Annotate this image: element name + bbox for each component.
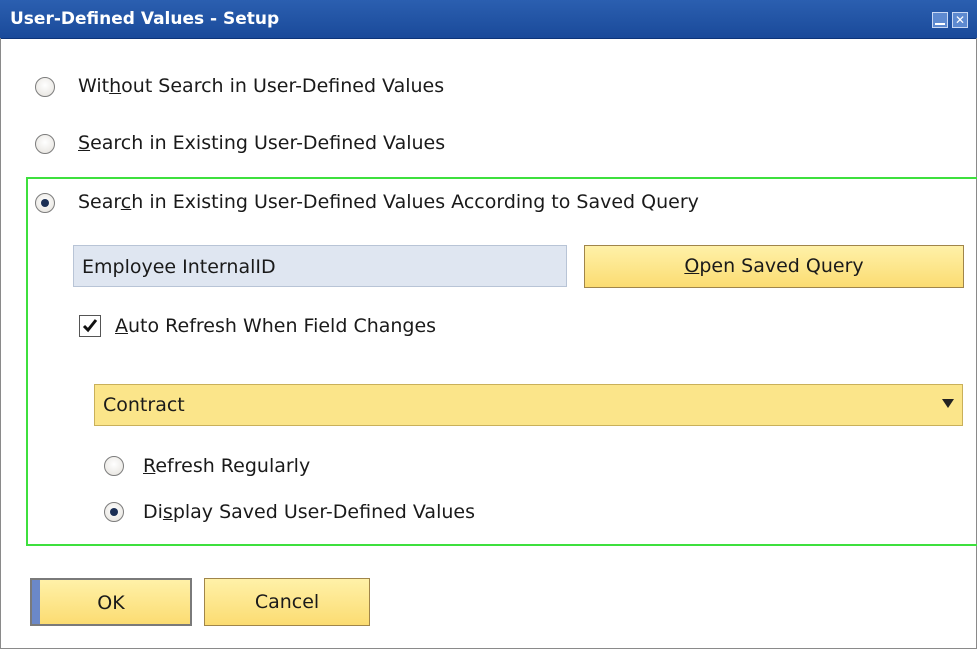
ok-button-label: OK: [97, 592, 125, 614]
checkmark-icon: [82, 319, 98, 333]
saved-query-group: [26, 177, 977, 546]
auto-refresh-checkbox[interactable]: [79, 315, 101, 337]
radio-search-existing-label: Search in Existing User-Defined Values: [78, 132, 446, 154]
radio-display-saved-label: Display Saved User-Defined Values: [143, 501, 475, 523]
cancel-button[interactable]: Cancel: [204, 578, 370, 626]
radio-refresh-regularly-label: Refresh Regularly: [143, 455, 311, 477]
open-saved-query-button[interactable]: Open Saved Query: [584, 245, 964, 288]
radio-refresh-regularly[interactable]: [104, 456, 124, 476]
radio-without-search[interactable]: [35, 77, 55, 97]
dropdown-arrow-icon[interactable]: [942, 399, 954, 408]
radio-display-saved[interactable]: [104, 502, 124, 522]
radio-search-saved-query-label: Search in Existing User-Defined Values A…: [78, 191, 699, 213]
radio-search-saved-query[interactable]: [35, 193, 55, 213]
saved-query-field[interactable]: Employee InternalID: [73, 245, 567, 287]
close-icon[interactable]: ✕: [952, 12, 968, 28]
ok-button[interactable]: OK: [30, 578, 192, 626]
radio-search-existing[interactable]: [35, 134, 55, 154]
minimize-icon[interactable]: [932, 12, 948, 28]
dropdown-selected-value: Contract: [103, 394, 185, 416]
window-title: User-Defined Values - Setup: [10, 9, 280, 29]
radio-without-search-label: Without Search in User-Defined Values: [78, 75, 445, 97]
auto-refresh-label: Auto Refresh When Field Changes: [115, 315, 437, 337]
title-bar: User-Defined Values - Setup ✕: [0, 0, 977, 39]
field-dropdown[interactable]: Contract: [94, 384, 963, 426]
